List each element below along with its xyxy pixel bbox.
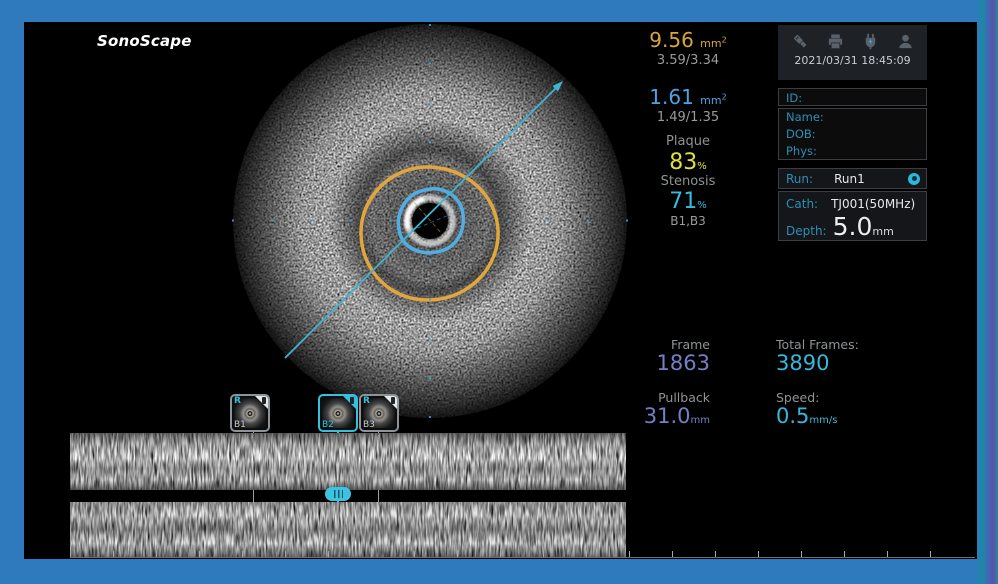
ivus-image[interactable] [230,22,630,422]
run-selector[interactable]: Run: Run1 [778,168,927,189]
plaque-value: 83% [628,150,748,175]
phys-label: Phys: [779,143,926,160]
frame-gradient-edge [976,0,998,584]
patient-info-panel: Name: DOB: Phys: [778,108,927,160]
pullback-label: Pullback [590,390,710,405]
catheter-panel: Cath: TJ001(50MHz) Depth: 5.0 mm [778,191,927,241]
bookmark-thumb-b1[interactable]: R B1 [230,394,270,432]
run-info-icon[interactable] [908,173,920,185]
delete-icon[interactable] [262,397,266,404]
system-toolbar: 2021/03/31 18:45:09 [778,25,927,80]
bookmark-label: B2 [322,420,334,430]
power-icon[interactable] [861,32,880,51]
dob-label: DOB: [779,126,926,143]
cath-value: TJ001(50MHz) [831,197,915,211]
total-frames-label: Total Frames: [776,337,926,352]
frame-label: Frame [590,337,710,352]
vessel-area-value: 9.56 mm2 [628,28,748,52]
datetime-display: 2021/03/31 18:45:09 [778,54,927,67]
main-screen: SonoScape [24,22,977,559]
vessel-diameters: 3.59/3.34 [628,53,748,68]
lumen-area-value: 1.61 mm2 [628,85,748,109]
ivus-tomographic-view[interactable] [230,22,630,422]
delete-icon[interactable] [391,397,395,404]
name-label: Name: [779,109,926,126]
ild-strip-upper[interactable] [70,433,626,490]
device-frame: SonoScape [0,0,998,584]
reference-flag: R [363,396,370,406]
delete-icon[interactable] [350,397,354,404]
bookmark-thumb-b2[interactable]: B2 [318,394,358,432]
user-icon[interactable] [896,32,915,51]
bookmark-label: B1 [234,420,246,430]
stenosis-value: 71% [628,189,748,214]
plaque-label: Plaque [628,134,748,149]
run-label: Run: [786,172,813,186]
pullback-value: 31.0mm [590,404,710,428]
brand-logo: SonoScape [97,32,192,50]
stenosis-reference-bookmarks: B1,B3 [628,214,748,228]
depth-unit: mm [872,225,893,238]
bookmark-label: B3 [363,420,375,430]
reference-flag: R [234,396,241,406]
pullback-ruler-baseline [70,557,975,558]
usb-icon[interactable] [791,32,810,51]
cath-label: Cath: [786,197,818,211]
printer-icon[interactable] [826,32,845,51]
speed-value: 0.5mm/s [776,404,926,428]
stenosis-label: Stenosis [628,174,748,189]
run-value: Run1 [834,172,865,186]
frame-value: 1863 [590,351,710,375]
depth-label: Depth: [786,224,827,238]
bookmark-thumb-b3[interactable]: R B3 [359,394,399,432]
speed-label: Speed: [776,390,926,405]
total-frames-value: 3890 [776,351,926,375]
depth-value: 5.0 [833,212,873,241]
patient-id-field: ID: [778,88,927,106]
grip-lines-icon [334,490,343,498]
id-label: ID: [779,89,926,105]
lumen-diameters: 1.49/1.35 [628,110,748,125]
frame-cursor-handle[interactable] [325,487,351,501]
